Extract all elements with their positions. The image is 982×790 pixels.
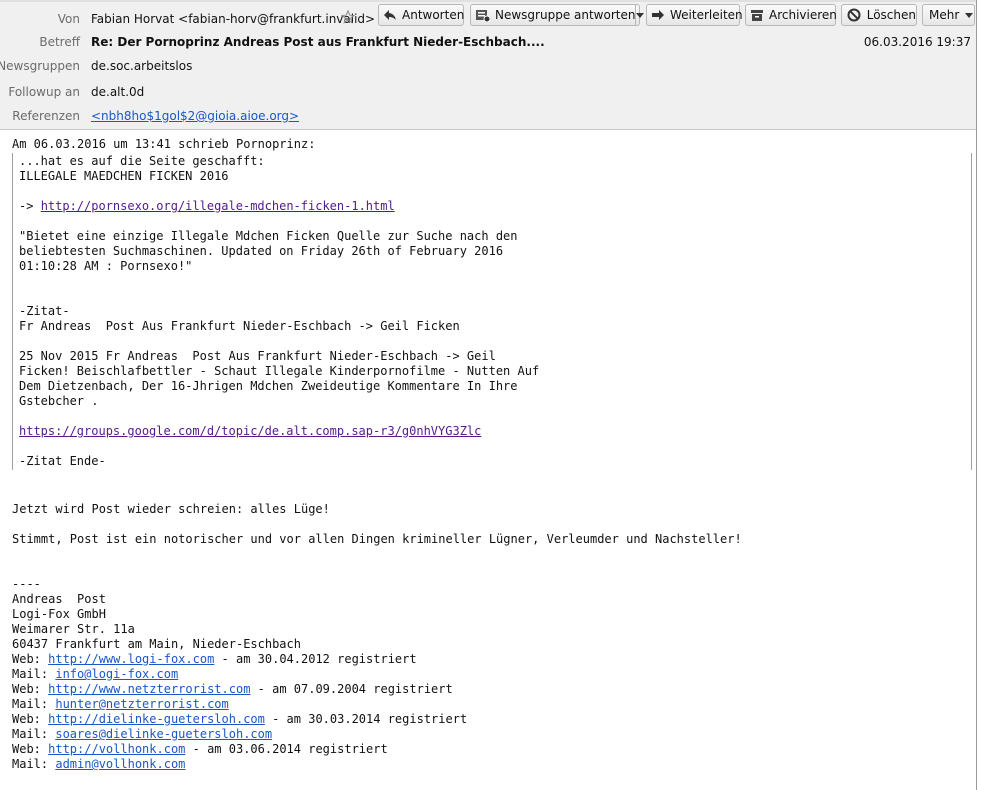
quote-line: beliebtesten Suchmaschinen. Updated on F… xyxy=(19,244,504,258)
reply-newsgroup-button[interactable]: Newsgruppe antworten xyxy=(470,4,645,26)
subject-label: Betreff xyxy=(39,35,80,49)
quote-link-pornsexo[interactable]: http://pornsexo.org/illegale-mdchen-fick… xyxy=(41,199,395,213)
signature-separator: ---- xyxy=(12,577,41,591)
signature-name: Andreas Post xyxy=(12,592,106,606)
followup-value[interactable]: de.alt.0d xyxy=(91,85,144,99)
signature-web-line: Web: http://vollhonk.com - am 03.06.2014… xyxy=(12,742,388,757)
mail-link-dielinke[interactable]: soares@dielinke-guetersloh.com xyxy=(55,727,272,741)
mail-link-vollhonk[interactable]: admin@vollhonk.com xyxy=(55,757,185,771)
quote-line: 25 Nov 2015 Fr Andreas Post Aus Frankfur… xyxy=(19,349,496,363)
delete-circle-icon xyxy=(846,7,862,23)
pane-divider xyxy=(976,0,977,790)
mail-label: Mail: xyxy=(12,757,56,771)
web-registered: - am 30.03.2014 registriert xyxy=(264,712,468,726)
reply-newsgroup-dropdown[interactable] xyxy=(635,5,645,25)
web-link-vollhonk[interactable]: http://vollhonk.com xyxy=(48,742,185,756)
web-link-logi-fox[interactable]: http://www.logi-fox.com xyxy=(48,652,214,666)
forward-arrow-icon xyxy=(651,7,665,23)
quote-link-google-groups[interactable]: https://groups.google.com/d/topic/de.alt… xyxy=(19,424,481,438)
delete-button[interactable]: Löschen xyxy=(841,4,917,26)
archive-box-icon xyxy=(750,7,764,23)
followup-label: Followup an xyxy=(8,85,80,99)
message-body: Am 06.03.2016 um 13:41 schrieb Pornoprin… xyxy=(0,130,976,790)
reply-newsgroup-label: Newsgruppe antworten xyxy=(495,8,636,22)
quote-line: Dem Dietzenbach, Der 16-Jhrigen Mdchen Z… xyxy=(19,379,518,393)
message-date: 06.03.2016 19:37 xyxy=(863,35,971,49)
reply-line: Jetzt wird Post wieder schreien: alles L… xyxy=(12,502,330,516)
quote-line: 01:10:28 AM : Pornsexo!" xyxy=(19,259,193,273)
more-button-label: Mehr xyxy=(929,8,960,22)
chevron-down-icon xyxy=(965,12,974,18)
web-label: Web: xyxy=(12,712,49,726)
references-label: Referenzen xyxy=(12,109,80,123)
header-top-strip xyxy=(0,0,976,2)
quote-line: Ficken! Beischlafbettler - Schaut Illega… xyxy=(19,364,540,378)
quote-line: Gstebcher . xyxy=(19,394,99,408)
reply-arrow-icon xyxy=(383,7,397,23)
newsgroup-icon xyxy=(475,7,490,23)
reply-line: Stimmt, Post ist ein notorischer und vor… xyxy=(12,532,742,546)
web-registered: - am 03.06.2014 registriert xyxy=(185,742,388,756)
delete-button-label: Löschen xyxy=(866,8,916,22)
web-label: Web: xyxy=(12,652,49,666)
quote-intro: Am 06.03.2016 um 13:41 schrieb Pornoprin… xyxy=(12,137,316,151)
mail-label: Mail: xyxy=(12,697,56,711)
quote-line: -Zitat Ende- xyxy=(19,454,106,468)
more-button[interactable]: Mehr xyxy=(922,4,975,26)
quote-line: ILLEGALE MAEDCHEN FICKEN 2016 xyxy=(19,169,229,183)
arrow-prefix: -> xyxy=(19,199,41,213)
forward-button-label: Weiterleiten xyxy=(670,8,743,22)
mail-link-logi-fox[interactable]: info@logi-fox.com xyxy=(55,667,178,681)
archive-button[interactable]: Archivieren xyxy=(745,4,837,26)
quote-link-line: https://groups.google.com/d/topic/de.alt… xyxy=(19,424,481,439)
web-link-netzterrorist[interactable]: http://www.netzterrorist.com xyxy=(48,682,250,696)
forward-button[interactable]: Weiterleiten xyxy=(646,4,743,26)
reply-button-label: Antworten xyxy=(402,8,465,22)
from-value[interactable]: Fabian Horvat <fabian-horv@frankfurt.inv… xyxy=(91,12,375,26)
archive-button-label: Archivieren xyxy=(769,8,837,22)
chevron-down-icon xyxy=(636,12,645,18)
newsgroups-value[interactable]: de.soc.arbeitslos xyxy=(91,59,192,73)
reply-button[interactable]: Antworten xyxy=(378,4,464,26)
signature-web-line: Web: http://www.logi-fox.com - am 30.04.… xyxy=(12,652,417,667)
mail-label: Mail: xyxy=(12,727,56,741)
web-label: Web: xyxy=(12,682,49,696)
references-link[interactable]: <nbh8ho$1gol$2@gioia.aioe.org> xyxy=(91,109,299,123)
signature-mail-line: Mail: soares@dielinke-guetersloh.com xyxy=(12,727,272,742)
web-label: Web: xyxy=(12,742,49,756)
quote-line: ...hat es auf die Seite geschafft: xyxy=(19,154,265,168)
signature-company: Logi-Fox GmbH xyxy=(12,607,106,621)
mail-link-netzterrorist[interactable]: hunter@netzterrorist.com xyxy=(55,697,228,711)
quote-line: -Zitat- xyxy=(19,304,70,318)
signature-web-line: Web: http://dielinke-guetersloh.com - am… xyxy=(12,712,467,727)
quote-link-line: -> http://pornsexo.org/illegale-mdchen-f… xyxy=(19,199,395,214)
signature-mail-line: Mail: hunter@netzterrorist.com xyxy=(12,697,229,712)
quote-line: "Bietet eine einzige Illegale Mdchen Fic… xyxy=(19,229,518,243)
signature-mail-line: Mail: info@logi-fox.com xyxy=(12,667,178,682)
web-link-dielinke[interactable]: http://dielinke-guetersloh.com xyxy=(48,712,265,726)
signature-web-line: Web: http://www.netzterrorist.com - am 0… xyxy=(12,682,453,697)
newsgroups-label: Newsgruppen xyxy=(0,59,80,73)
signature-street: Weimarer Str. 11a xyxy=(12,622,135,636)
from-label: Von xyxy=(57,12,80,26)
message-header: Von Fabian Horvat <fabian-horv@frankfurt… xyxy=(0,0,976,130)
signature-city: 60437 Frankfurt am Main, Nieder-Eschbach xyxy=(12,637,301,651)
mail-label: Mail: xyxy=(12,667,56,681)
web-registered: - am 30.04.2012 registriert xyxy=(214,652,417,666)
quote-line: Fr Andreas Post Aus Frankfurt Nieder-Esc… xyxy=(19,319,460,333)
subject-value: Re: Der Pornoprinz Andreas Post aus Fran… xyxy=(91,35,545,49)
star-icon[interactable] xyxy=(341,10,355,24)
signature-mail-line: Mail: admin@vollhonk.com xyxy=(12,757,185,772)
web-registered: - am 07.09.2004 registriert xyxy=(250,682,453,696)
